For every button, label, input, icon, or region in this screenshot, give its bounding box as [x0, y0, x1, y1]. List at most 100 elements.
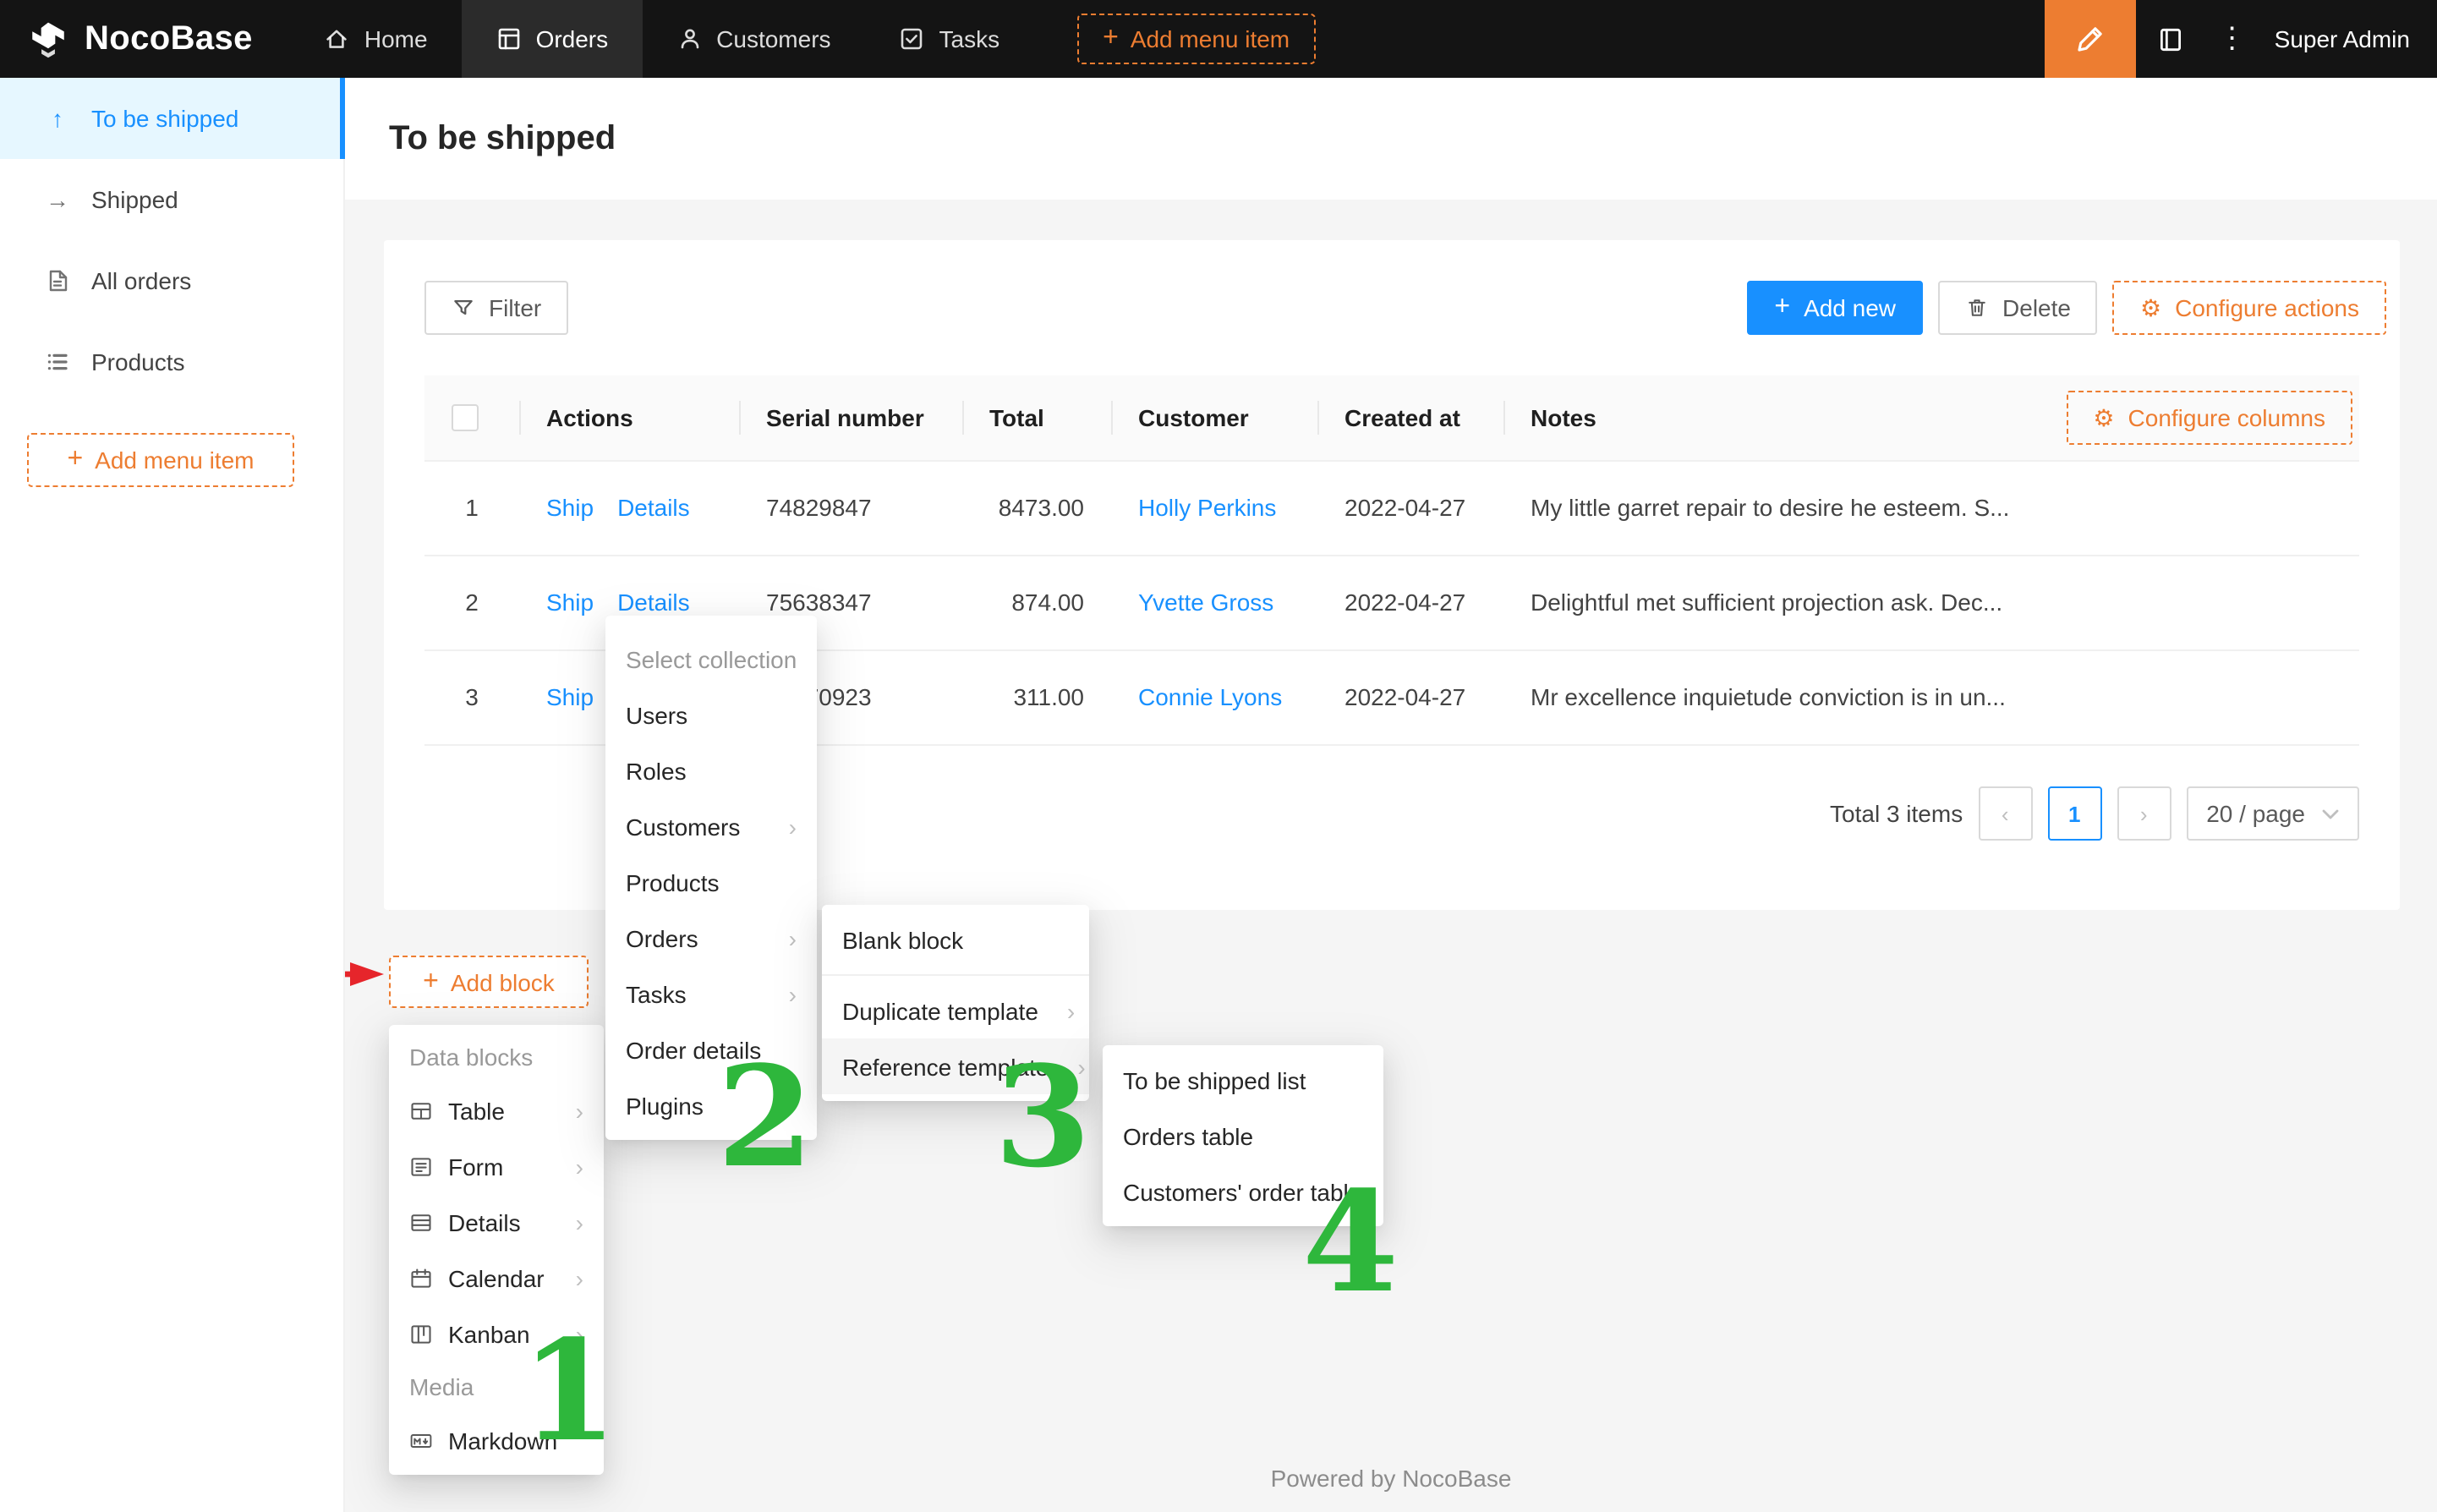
filter-button[interactable]: Filter: [424, 281, 568, 335]
menu-item-label: Roles: [626, 757, 687, 784]
menu-item-to-be-shipped-list[interactable]: To be shipped list: [1103, 1052, 1383, 1108]
nocobase-logo[interactable]: NocoBase: [0, 18, 290, 60]
delete-button[interactable]: Delete: [1938, 281, 2098, 335]
nav-item-tasks[interactable]: Tasks: [865, 0, 1034, 78]
app-root: NocoBase Home Orders Customers Tasks + A…: [0, 0, 2437, 1512]
column-header-serial-number: Serial number: [739, 375, 962, 460]
table-toolbar: Filter + Add new Delete ⚙ Configure acti…: [424, 281, 2386, 335]
customer-link[interactable]: Connie Lyons: [1138, 683, 1282, 710]
menu-item-label: Users: [626, 701, 687, 728]
menu-item-duplicate-template[interactable]: Duplicate template ›: [822, 983, 1089, 1038]
nav-item-label: Orders: [536, 25, 609, 52]
page-size-value: 20 / page: [2206, 800, 2305, 827]
notes-cell: My little garret repair to desire he est…: [1503, 460, 2359, 555]
chevron-right-icon: ›: [562, 1210, 583, 1234]
total-cell: 8473.00: [962, 460, 1111, 555]
collections-button[interactable]: [2136, 0, 2207, 78]
menu-item-orders-table[interactable]: Orders table: [1103, 1108, 1383, 1164]
document-icon: [44, 267, 71, 294]
navbar-right: ⋮ Super Admin: [2045, 0, 2437, 78]
arrow-up-icon: ↑: [44, 105, 71, 132]
serial-cell: 74829847: [739, 460, 962, 555]
add-block-button[interactable]: + Add block: [389, 956, 589, 1008]
menu-item-label: Kanban: [448, 1320, 530, 1347]
next-page-button[interactable]: ›: [2117, 786, 2171, 841]
page-size-select[interactable]: 20 / page: [2186, 786, 2359, 841]
annotation-step-1: 1: [521, 1323, 617, 1461]
nav-item-label: Home: [364, 25, 428, 52]
page-title: To be shipped: [389, 119, 616, 158]
customers-icon: [676, 25, 703, 52]
add-block-label: Add block: [451, 968, 555, 995]
row-index: 2: [424, 555, 519, 649]
ship-link[interactable]: Ship: [546, 494, 594, 521]
sidebar-item-shipped[interactable]: → Shipped: [0, 159, 343, 240]
menu-item-label: Plugins: [626, 1092, 704, 1119]
ship-link[interactable]: Ship: [546, 683, 594, 710]
powered-by-footer: Powered by NocoBase: [345, 1465, 2437, 1492]
customer-link[interactable]: Yvette Gross: [1138, 589, 1273, 616]
ship-link[interactable]: Ship: [546, 589, 594, 616]
details-link[interactable]: Details: [617, 494, 690, 521]
page-number-button[interactable]: 1: [2047, 786, 2101, 841]
table-row: 1 Ship Details 74829847 8473.00 Holly Per…: [424, 460, 2359, 555]
menu-item-orders[interactable]: Orders ›: [605, 910, 817, 966]
arrow-right-icon: →: [44, 186, 71, 213]
menu-header-select-collection: Select collection: [605, 622, 817, 687]
notes-cell: Mr excellence inquietude conviction is i…: [1503, 649, 2359, 744]
nav-item-home[interactable]: Home: [290, 0, 462, 78]
table-block-icon: [409, 1098, 433, 1122]
pagination: Total 3 items ‹ 1 › 20 / page: [1830, 786, 2359, 841]
previous-page-button[interactable]: ‹: [1978, 786, 2032, 841]
menu-item-users[interactable]: Users: [605, 687, 817, 742]
menu-item-details[interactable]: Details ›: [389, 1194, 604, 1250]
tasks-icon: [899, 25, 926, 52]
calendar-block-icon: [409, 1266, 433, 1290]
nav-item-customers[interactable]: Customers: [642, 0, 864, 78]
total-cell: 874.00: [962, 555, 1111, 649]
menu-item-customers[interactable]: Customers ›: [605, 798, 817, 854]
list-icon: [44, 348, 71, 375]
ui-editor-button[interactable]: [2045, 0, 2136, 78]
markdown-block-icon: [409, 1428, 433, 1452]
menu-item-form[interactable]: Form ›: [389, 1138, 604, 1194]
configure-actions-button[interactable]: ⚙ Configure actions: [2113, 281, 2386, 335]
page-header: To be shipped: [345, 78, 2437, 200]
plus-icon: +: [1774, 294, 1790, 321]
details-link[interactable]: Details: [617, 589, 690, 616]
menu-divider: [822, 974, 1089, 976]
menu-item-label: Table: [448, 1097, 505, 1124]
nav-item-label: Customers: [716, 25, 830, 52]
nav-item-orders[interactable]: Orders: [462, 0, 643, 78]
created-at-cell: 2022-04-27: [1317, 649, 1503, 744]
chevron-right-icon: ›: [775, 814, 797, 838]
configure-columns-button[interactable]: ⚙ Configure columns: [2066, 391, 2352, 445]
menu-item-label: Duplicate template: [842, 997, 1038, 1024]
sidebar-item-products[interactable]: Products: [0, 321, 343, 403]
sidebar-item-all-orders[interactable]: All orders: [0, 240, 343, 321]
highlighter-icon: [2075, 24, 2106, 54]
menu-item-calendar[interactable]: Calendar ›: [389, 1250, 604, 1306]
chevron-right-icon: ›: [562, 1098, 583, 1122]
menu-item-roles[interactable]: Roles: [605, 742, 817, 798]
nav-add-menu-item-button[interactable]: + Add menu item: [1077, 14, 1315, 64]
filter-label: Filter: [489, 294, 541, 321]
menu-item-table[interactable]: Table ›: [389, 1082, 604, 1138]
menu-item-blank-block[interactable]: Blank block: [822, 912, 1089, 967]
more-menu-button[interactable]: ⋮: [2207, 0, 2258, 78]
gear-icon: ⚙: [2140, 296, 2161, 320]
current-user[interactable]: Super Admin: [2258, 25, 2437, 52]
menu-item-products[interactable]: Products: [605, 854, 817, 910]
sidebar-item-to-be-shipped[interactable]: ↑ To be shipped: [0, 78, 343, 159]
select-all-checkbox[interactable]: [452, 405, 479, 432]
row-index: 1: [424, 460, 519, 555]
top-navbar: NocoBase Home Orders Customers Tasks + A…: [0, 0, 2437, 78]
add-new-button[interactable]: + Add new: [1747, 281, 1923, 335]
toolbar-actions: + Add new Delete ⚙ Configure actions: [1747, 281, 2386, 335]
book-icon: [2157, 25, 2186, 53]
customer-link[interactable]: Holly Perkins: [1138, 494, 1276, 521]
column-header-actions: Actions: [519, 375, 739, 460]
menu-item-tasks[interactable]: Tasks ›: [605, 966, 817, 1022]
sidebar-add-menu-item-button[interactable]: + Add menu item: [27, 433, 294, 487]
details-block-icon: [409, 1210, 433, 1234]
